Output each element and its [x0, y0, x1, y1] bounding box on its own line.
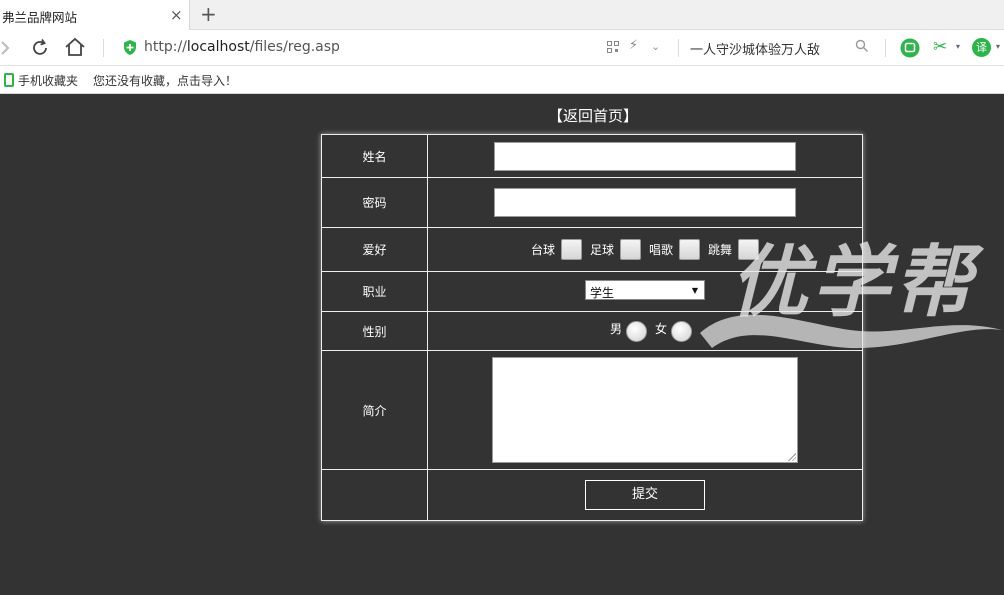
form-row-job: 职业 学生 ▼: [321, 271, 863, 312]
home-icon[interactable]: [64, 37, 86, 57]
tab-title: 弗兰品牌网站: [2, 10, 78, 25]
password-label: 密码: [321, 177, 428, 228]
tab-active[interactable]: 弗兰品牌网站 ×: [0, 0, 190, 30]
gender-radio-female[interactable]: [671, 320, 693, 342]
name-cell: [427, 134, 863, 178]
back-home-link[interactable]: 【返回首页】: [548, 105, 638, 126]
chevron-down-icon[interactable]: ⌄: [651, 40, 660, 53]
registration-form: 姓名 密码 爱好 台球 足球 唱歌 跳舞 职业 学生 ▼ 性别 男 女 简介 提…: [321, 134, 863, 521]
form-row-name: 姓名: [321, 134, 863, 178]
search-input[interactable]: 一人守沙城体验万人敌: [690, 39, 820, 58]
dropdown-arrow-icon: ▼: [691, 286, 698, 295]
forward-icon[interactable]: [0, 39, 10, 57]
address-bar[interactable]: http://localhost/files/reg.asp: [144, 39, 340, 55]
hobby-options: 台球 足球 唱歌 跳舞: [428, 239, 862, 260]
name-input[interactable]: [494, 141, 796, 171]
navigation-bar: http://localhost/files/reg.asp ⚡ ⌄ 一人守沙城…: [0, 30, 1004, 66]
hobby-option-label: 台球: [530, 243, 555, 257]
nav-divider: [103, 39, 104, 57]
hobby-option-label: 唱歌: [649, 243, 674, 257]
resize-grip-icon[interactable]: [788, 453, 796, 461]
hobby-checkbox-billiards[interactable]: [560, 239, 582, 260]
url-path: /files/reg.asp: [249, 39, 340, 55]
scissors-icon[interactable]: ✂: [933, 37, 947, 57]
import-bookmarks-link[interactable]: 您还没有收藏，点击导入！: [93, 72, 237, 89]
search-icon[interactable]: [855, 39, 869, 53]
intro-cell: [427, 350, 863, 470]
gender-option-label: 男: [609, 321, 622, 336]
gender-cell: 男 女: [427, 311, 863, 351]
hobby-option: 足球: [590, 239, 641, 260]
job-cell: 学生 ▼: [427, 271, 863, 312]
caret-down-icon[interactable]: ▾: [996, 42, 1000, 51]
password-cell: [427, 177, 863, 228]
tab-bar: 弗兰品牌网站 × +: [0, 0, 1004, 30]
gender-label: 性别: [321, 311, 428, 351]
form-row-password: 密码: [321, 177, 863, 228]
submit-cell: 提交: [427, 469, 863, 521]
password-input[interactable]: [494, 188, 796, 217]
hobby-cell: 台球 足球 唱歌 跳舞: [427, 227, 863, 272]
hobby-option-label: 跳舞: [708, 243, 733, 257]
qr-code-icon[interactable]: [607, 41, 619, 53]
mobile-bookmarks-link[interactable]: 手机收藏夹: [18, 72, 78, 89]
form-row-hobby: 爱好 台球 足球 唱歌 跳舞: [321, 227, 863, 272]
caret-down-icon[interactable]: ▾: [956, 42, 960, 51]
hobby-option: 跳舞: [708, 239, 760, 260]
job-label: 职业: [321, 271, 428, 312]
hobby-checkbox-football[interactable]: [620, 239, 641, 260]
hobby-option: 唱歌: [649, 239, 701, 260]
gender-options: 男 女: [428, 320, 862, 342]
gender-option-label: 女: [655, 321, 668, 336]
secure-shield-icon: [124, 40, 136, 55]
url-prefix: http://: [144, 39, 187, 55]
hobby-option: 台球: [531, 239, 582, 260]
empty-cell: [321, 469, 428, 521]
hobby-option-label: 足球: [589, 243, 614, 257]
url-host: localhost: [186, 39, 250, 55]
tab-close-icon[interactable]: ×: [170, 6, 183, 24]
form-row-intro: 简介: [321, 350, 863, 470]
new-tab-icon[interactable]: +: [200, 3, 217, 25]
translate-icon[interactable]: 译: [972, 38, 991, 57]
phone-icon: [4, 73, 14, 87]
nav-divider: [885, 39, 886, 57]
form-row-gender: 性别 男 女: [321, 311, 863, 351]
nav-divider: [678, 39, 679, 57]
name-label: 姓名: [321, 134, 428, 178]
form-row-submit: 提交: [321, 469, 863, 521]
intro-label: 简介: [321, 350, 428, 470]
gender-radio-male[interactable]: [626, 320, 647, 342]
reload-icon[interactable]: [30, 38, 50, 58]
hobby-checkbox-singing[interactable]: [679, 239, 701, 260]
speed-mode-icon[interactable]: ⚡: [629, 38, 638, 53]
bookmarks-bar: 手机收藏夹 您还没有收藏，点击导入！: [0, 66, 1004, 94]
submit-button[interactable]: 提交: [585, 480, 705, 510]
hobby-checkbox-dancing[interactable]: [738, 239, 760, 260]
intro-textarea[interactable]: [492, 357, 798, 463]
hobby-label: 爱好: [321, 227, 428, 272]
job-select[interactable]: 学生 ▼: [585, 280, 705, 300]
chat-extension-icon[interactable]: [900, 38, 920, 58]
job-select-value: 学生: [590, 286, 615, 300]
